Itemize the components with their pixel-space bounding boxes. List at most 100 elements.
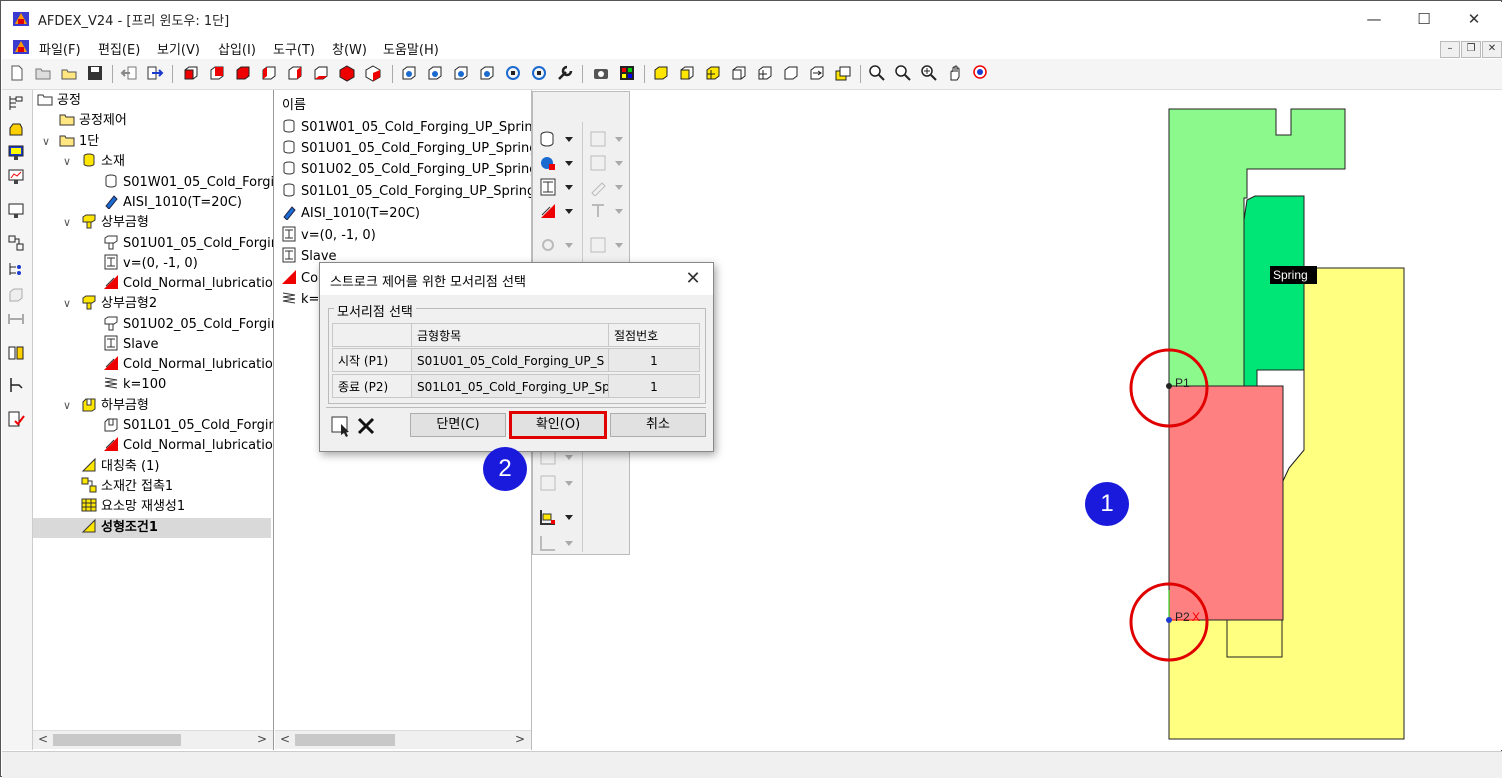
menu-file[interactable]: 파일(F) (39, 39, 81, 58)
export-icon[interactable] (146, 64, 164, 82)
open-icon[interactable] (60, 64, 78, 82)
collapse-toggle[interactable]: ∨ (63, 155, 71, 168)
open-folder-icon[interactable] (34, 64, 52, 82)
tree-item-lower-die-l01[interactable]: S01L01_05_Cold_Forgin (103, 416, 273, 436)
collapse-toggle[interactable]: ∨ (63, 297, 71, 310)
tree-item-upper-die2-slave[interactable]: Slave (103, 335, 159, 355)
velocity-tool-icon[interactable] (539, 178, 575, 196)
view-cube-right-icon[interactable] (286, 64, 304, 82)
collapse-toggle[interactable]: ∨ (42, 135, 50, 148)
view-cube-back-icon[interactable] (208, 64, 226, 82)
pan-hand-icon[interactable] (946, 64, 964, 82)
tree-item-process-control[interactable]: 공정제어 (59, 111, 127, 131)
zoom-in-icon[interactable] (868, 64, 886, 82)
rotate-y-icon[interactable] (426, 64, 444, 82)
tree-hscrollbar[interactable]: < > (33, 730, 273, 749)
tree-item-contact[interactable]: 소재간 접촉1 (81, 477, 173, 497)
name-item[interactable]: k= (281, 290, 319, 310)
section-view-icon[interactable] (7, 344, 25, 362)
shade-mesh-icon[interactable] (704, 64, 722, 82)
material-property-tool-icon[interactable] (539, 154, 575, 172)
name-item[interactable]: S01U01_05_Cold_Forging_UP_Spring (281, 139, 531, 159)
cancel-button[interactable]: 취소 (610, 413, 706, 437)
view-cube-front-icon[interactable] (182, 64, 200, 82)
tree-view-icon[interactable] (7, 94, 25, 112)
tree-item-forming-condition[interactable]: 성형조건1 (33, 518, 271, 538)
tree-item-symmetry[interactable]: 대칭축 (1) (81, 457, 159, 477)
view-iso2-icon[interactable] (364, 64, 382, 82)
name-item[interactable]: S01W01_05_Cold_Forging_UP_Spring (281, 118, 531, 138)
forming-tool-icon[interactable] (539, 508, 575, 526)
shade-solid-icon[interactable] (652, 64, 670, 82)
tree-item-upper-die2-lub[interactable]: Cold_Normal_lubricatior (103, 355, 273, 375)
exchange-icon[interactable] (808, 64, 826, 82)
camera-icon[interactable] (592, 64, 610, 82)
name-item[interactable]: AISI_1010(T=20C) (281, 204, 420, 224)
scroll-left-arrow[interactable]: < (280, 732, 290, 746)
tree-item-material[interactable]: 소재 (81, 152, 125, 172)
display-settings-icon[interactable] (7, 202, 25, 220)
scroll-thumb[interactable] (295, 734, 395, 746)
end-node-cell[interactable]: 1 (608, 374, 700, 398)
monitor-icon[interactable] (7, 144, 25, 162)
scroll-left-arrow[interactable]: < (38, 732, 48, 746)
tree-item-upper-die-lub[interactable]: Cold_Normal_lubricatior (103, 274, 273, 294)
tree-item-material-w[interactable]: S01W01_05_Cold_Forgi (103, 173, 273, 193)
tree-item-upper-die2-u02[interactable]: S01U02_05_Cold_Forgir (103, 315, 273, 335)
tree-item-process[interactable]: 공정 (37, 91, 81, 111)
tree-item-upper-die2-spring[interactable]: k=100 (103, 375, 166, 395)
scroll-thumb[interactable] (53, 734, 181, 746)
end-die-cell[interactable]: S01L01_05_Cold_Forging_UP_Sp (411, 374, 609, 398)
hidden-line-icon[interactable] (782, 64, 800, 82)
rotate-free-icon[interactable] (478, 64, 496, 82)
menu-view[interactable]: 보기(V) (157, 39, 200, 58)
name-item[interactable]: S01U02_05_Cold_Forging_UP_Spring (281, 160, 531, 180)
material-define-icon[interactable] (539, 130, 575, 148)
tree-item-stage[interactable]: 1단 (59, 132, 99, 152)
menu-insert[interactable]: 삽입(I) (218, 39, 256, 58)
wire-mesh-icon[interactable] (756, 64, 774, 82)
wireframe-icon[interactable] (730, 64, 748, 82)
save-icon[interactable] (86, 64, 104, 82)
tree-item-upper-die2[interactable]: 상부금형2 (81, 294, 157, 314)
zoom-window-icon[interactable] (972, 64, 990, 82)
minimize-button[interactable]: — (1354, 8, 1394, 30)
tree-item-material-prop[interactable]: AISI_1010(T=20C) (103, 193, 242, 213)
rotate-view-icon[interactable] (504, 64, 522, 82)
view-iso-icon[interactable] (338, 64, 356, 82)
mdi-close-button[interactable]: ✕ (1482, 41, 1502, 58)
monitor-chart-icon[interactable] (7, 168, 25, 186)
checklist-icon[interactable] (7, 410, 25, 428)
name-item[interactable]: S01L01_05_Cold_Forging_UP_Spring ... (281, 182, 531, 202)
menu-window[interactable]: 창(W) (332, 39, 367, 58)
name-item[interactable]: v=(0, -1, 0) (281, 226, 376, 246)
zoom-out-icon[interactable] (894, 64, 912, 82)
view-canvas[interactable]: Spring P1 P2 X (632, 90, 1502, 750)
tree-item-upper-die-u01[interactable]: S01U01_05_Cold_Forgir (103, 234, 273, 254)
tree-item-upper-die[interactable]: 상부금형 (81, 213, 149, 233)
layer-stack-icon[interactable] (834, 64, 852, 82)
new-file-icon[interactable] (8, 64, 26, 82)
node-select-icon[interactable] (7, 234, 25, 252)
pointer-tool-icon[interactable] (7, 376, 25, 394)
rotate-view2-icon[interactable] (530, 64, 548, 82)
tree-item-upper-die-velocity[interactable]: v=(0, -1, 0) (103, 254, 198, 274)
tree-item-lower-die[interactable]: 하부금형 (81, 396, 149, 416)
names-hscrollbar[interactable]: < > (275, 730, 531, 749)
shade-edges-icon[interactable] (678, 64, 696, 82)
pick-point-icon[interactable] (329, 414, 353, 438)
mdi-restore-button[interactable]: ❐ (1461, 41, 1481, 58)
tree-item-remesh[interactable]: 요소망 재생성1 (81, 497, 185, 517)
hierarchy-icon[interactable] (7, 260, 25, 278)
import-icon[interactable] (120, 64, 138, 82)
scroll-right-arrow[interactable]: > (257, 732, 267, 746)
view-cube-left-icon[interactable] (260, 64, 278, 82)
material-hand-icon[interactable] (7, 120, 25, 138)
wrench-icon[interactable] (556, 64, 574, 82)
color-palette-icon[interactable] (618, 64, 636, 82)
start-node-cell[interactable]: 1 (608, 348, 700, 372)
rotate-x-icon[interactable] (400, 64, 418, 82)
collapse-toggle[interactable]: ∨ (63, 216, 71, 229)
close-button[interactable]: ✕ (1454, 8, 1494, 30)
menu-help[interactable]: 도움말(H) (383, 39, 439, 58)
